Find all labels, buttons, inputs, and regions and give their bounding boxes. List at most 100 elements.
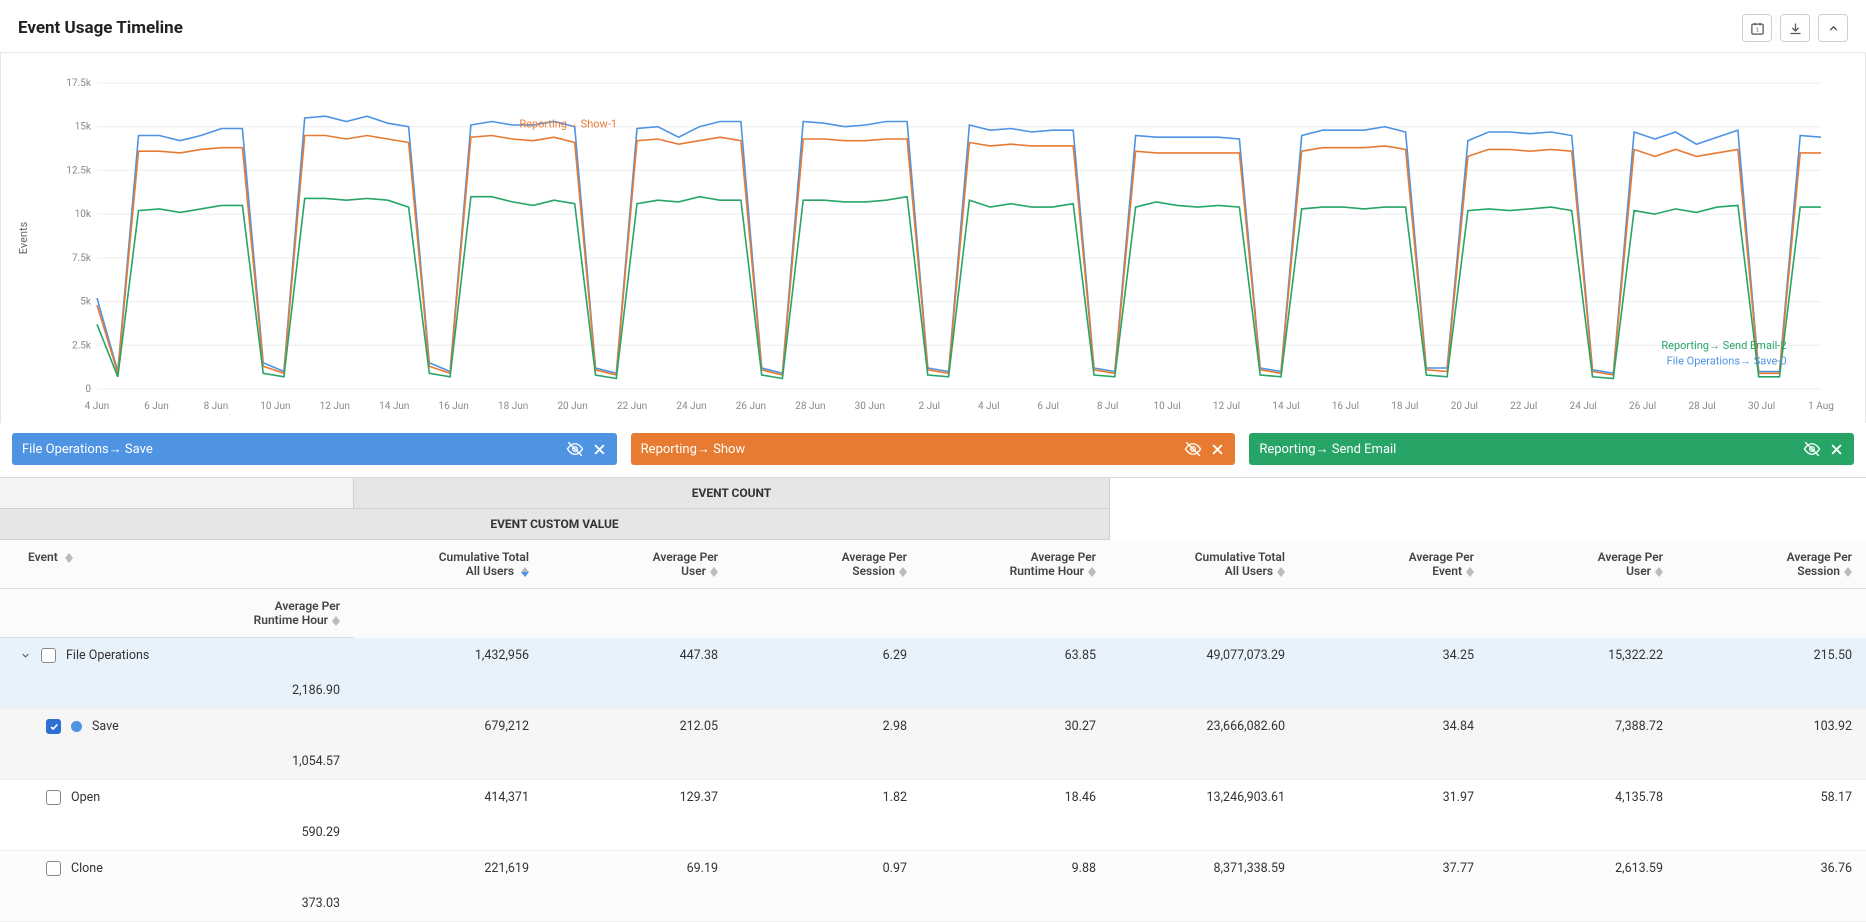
cell: 58.17 — [1677, 780, 1866, 815]
col-cumulative-value[interactable]: Cumulative Total All Users — [1110, 540, 1299, 589]
col-avg-session[interactable]: Average Per Session — [732, 540, 921, 589]
col-avg-user[interactable]: Average Per User — [543, 540, 732, 589]
calendar-icon: 1 — [1750, 21, 1765, 36]
sort-icon[interactable] — [332, 616, 340, 626]
cell: 34.25 — [1299, 638, 1488, 673]
col-cumulative-count[interactable]: Cumulative Total All Users — [354, 540, 543, 589]
svg-text:16 Jul: 16 Jul — [1332, 401, 1359, 412]
svg-text:16 Jun: 16 Jun — [439, 401, 469, 412]
checkbox[interactable] — [46, 719, 61, 734]
svg-text:8 Jul: 8 Jul — [1097, 401, 1119, 412]
checkbox[interactable] — [46, 861, 61, 876]
col-avg-user-v[interactable]: Average Per User — [1488, 540, 1677, 589]
table-row[interactable]: Open 414,371 129.37 1.82 18.46 13,246,90… — [0, 780, 1866, 851]
cell: 6.29 — [732, 638, 921, 673]
svg-text:22 Jul: 22 Jul — [1510, 401, 1537, 412]
svg-text:30 Jun: 30 Jun — [855, 401, 885, 412]
col-avg-runtime-v[interactable]: Average Per Runtime Hour — [0, 589, 354, 638]
svg-text:24 Jun: 24 Jun — [676, 401, 706, 412]
svg-text:12 Jul: 12 Jul — [1213, 401, 1240, 412]
sort-icon[interactable] — [899, 567, 907, 577]
sort-icon[interactable] — [1466, 567, 1474, 577]
table-row[interactable]: Save 679,212 212.05 2.98 30.27 23,666,08… — [0, 709, 1866, 780]
close-icon[interactable] — [592, 442, 607, 457]
series-chip-sendemail[interactable]: Reporting→ Send Email — [1249, 433, 1854, 465]
svg-text:7.5k: 7.5k — [72, 253, 92, 264]
cell: 447.38 — [543, 638, 732, 673]
sort-icon[interactable] — [1655, 567, 1663, 577]
table-row-parent[interactable]: File Operations 1,432,956 447.38 6.29 63… — [0, 638, 1866, 709]
series-chip-save[interactable]: File Operations→ Save — [12, 433, 617, 465]
cell: 373.03 — [0, 886, 354, 921]
cell: 212.05 — [543, 709, 732, 744]
cell: 414,371 — [354, 780, 543, 815]
close-icon[interactable] — [1210, 442, 1225, 457]
svg-text:28 Jun: 28 Jun — [795, 401, 825, 412]
expand-icon[interactable] — [20, 650, 31, 661]
cell: 2,186.90 — [0, 673, 354, 708]
cell: 30.27 — [921, 709, 1110, 744]
svg-text:1: 1 — [1755, 27, 1758, 33]
svg-text:17.5k: 17.5k — [66, 78, 91, 89]
svg-text:12 Jun: 12 Jun — [320, 401, 350, 412]
svg-text:4 Jul: 4 Jul — [978, 401, 1000, 412]
svg-text:4 Jun: 4 Jun — [85, 401, 110, 412]
col-avg-session-v[interactable]: Average Per Session — [1677, 540, 1866, 589]
svg-text:0: 0 — [85, 384, 91, 395]
svg-text:14 Jun: 14 Jun — [379, 401, 409, 412]
cell: 2,613.59 — [1488, 851, 1677, 886]
sort-icon[interactable] — [1277, 567, 1285, 577]
cell: 221,619 — [354, 851, 543, 886]
cell: 103.92 — [1677, 709, 1866, 744]
download-icon — [1788, 21, 1803, 36]
svg-text:28 Jul: 28 Jul — [1689, 401, 1716, 412]
cell: 49,077,073.29 — [1110, 638, 1299, 673]
collapse-button[interactable] — [1818, 14, 1848, 42]
col-avg-runtime[interactable]: Average Per Runtime Hour — [921, 540, 1110, 589]
cell: 8,371,338.59 — [1110, 851, 1299, 886]
sort-icon[interactable] — [65, 553, 73, 563]
checkbox[interactable] — [41, 648, 56, 663]
cell: 4,135.78 — [1488, 780, 1677, 815]
download-button[interactable] — [1780, 14, 1810, 42]
checkbox[interactable] — [46, 790, 61, 805]
cell: 13,246,903.61 — [1110, 780, 1299, 815]
eye-off-icon[interactable] — [1803, 440, 1821, 458]
svg-text:2.5k: 2.5k — [72, 340, 92, 351]
table-row[interactable]: Clone 221,619 69.19 0.97 9.88 8,371,338.… — [0, 851, 1866, 922]
svg-text:10k: 10k — [75, 209, 92, 220]
cell: 590.29 — [0, 815, 354, 850]
col-event[interactable]: Event — [0, 540, 354, 589]
svg-text:18 Jun: 18 Jun — [498, 401, 528, 412]
svg-text:8 Jun: 8 Jun — [204, 401, 229, 412]
svg-text:1 Aug: 1 Aug — [1808, 401, 1834, 412]
chevron-up-icon — [1827, 22, 1840, 35]
svg-text:File Operations→ Save-0: File Operations→ Save-0 — [1667, 355, 1787, 368]
eye-off-icon[interactable] — [566, 440, 584, 458]
date-button[interactable]: 1 — [1742, 14, 1772, 42]
cell: 15,322.22 — [1488, 638, 1677, 673]
svg-text:Reporting→ Show-1: Reporting→ Show-1 — [519, 117, 617, 130]
close-icon[interactable] — [1829, 442, 1844, 457]
series-dot — [71, 721, 82, 732]
cell: 34.84 — [1299, 709, 1488, 744]
row-label: Clone — [71, 861, 103, 876]
cell: 0.97 — [732, 851, 921, 886]
cell: 679,212 — [354, 709, 543, 744]
sort-icon[interactable] — [521, 567, 529, 577]
svg-text:12.5k: 12.5k — [66, 165, 91, 176]
series-chip-show[interactable]: Reporting→ Show — [631, 433, 1236, 465]
sort-icon[interactable] — [710, 567, 718, 577]
row-label: Save — [92, 719, 119, 734]
eye-off-icon[interactable] — [1184, 440, 1202, 458]
cell: 7,388.72 — [1488, 709, 1677, 744]
sort-icon[interactable] — [1088, 567, 1096, 577]
cell: 69.19 — [543, 851, 732, 886]
cell: 37.77 — [1299, 851, 1488, 886]
col-avg-event[interactable]: Average Per Event — [1299, 540, 1488, 589]
cell: 215.50 — [1677, 638, 1866, 673]
timeline-chart[interactable]: 02.5k5k7.5k10k12.5k15k17.5k4 Jun6 Jun8 J… — [61, 77, 1841, 417]
svg-text:18 Jul: 18 Jul — [1391, 401, 1418, 412]
sort-icon[interactable] — [1844, 567, 1852, 577]
svg-text:14 Jul: 14 Jul — [1272, 401, 1299, 412]
